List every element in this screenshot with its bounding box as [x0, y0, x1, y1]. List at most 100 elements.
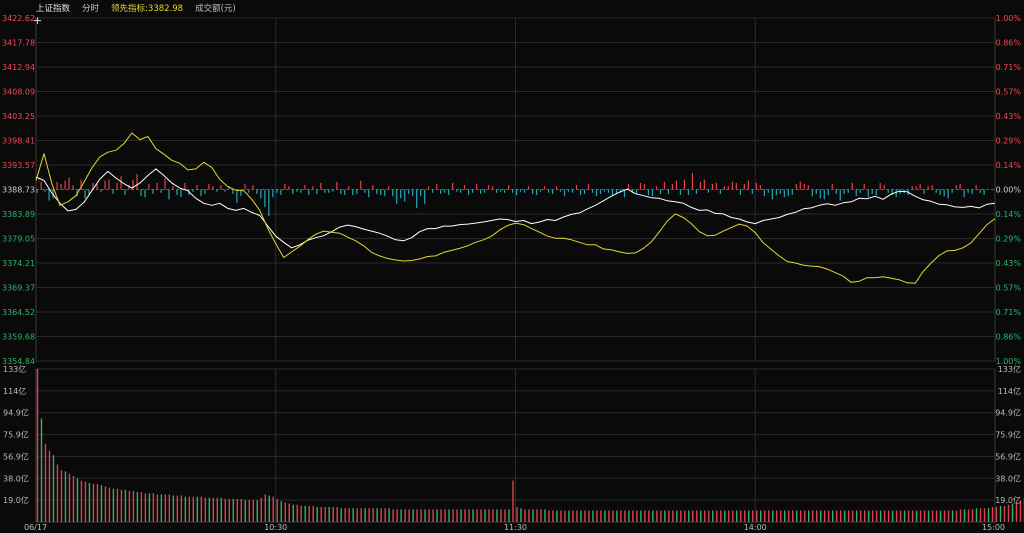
- breadth-bar: [424, 189, 426, 204]
- tab-intraday[interactable]: 分时: [82, 2, 99, 14]
- volume-bar: [412, 509, 414, 522]
- volume-bar: [967, 509, 970, 522]
- crosshair-icon: +: [33, 14, 43, 27]
- volume-bar: [244, 500, 246, 522]
- volume-bar: [696, 510, 698, 522]
- volume-bar: [40, 418, 43, 522]
- breadth-bar: [847, 189, 849, 193]
- breadth-bar: [144, 189, 146, 198]
- breadth-bar: [436, 184, 438, 190]
- volume-bar: [560, 510, 562, 522]
- breadth-bar: [160, 189, 162, 193]
- breadth-bar: [607, 189, 610, 193]
- volume-bar: [628, 510, 630, 522]
- volume-bar: [999, 505, 1002, 522]
- breadth-bar: [496, 189, 498, 193]
- volume-bar: [895, 510, 898, 522]
- volume-bar: [196, 496, 199, 522]
- breadth-bar: [659, 189, 662, 194]
- price-tick-label: 3412.94: [2, 63, 35, 72]
- breadth-bar: [739, 189, 741, 195]
- breadth-bar: [875, 189, 877, 195]
- breadth-bar: [951, 189, 953, 193]
- volume-bar: [700, 510, 702, 522]
- breadth-bar: [204, 189, 206, 194]
- volume-bar: [484, 509, 486, 522]
- volume-bar: [716, 510, 718, 522]
- volume-bar: [304, 505, 306, 522]
- volume-bar: [712, 510, 714, 522]
- breadth-bar: [428, 186, 430, 190]
- volume-bar: [280, 501, 282, 522]
- volume-bar: [464, 509, 466, 522]
- breadth-bar: [372, 185, 374, 190]
- breadth-bar: [124, 189, 126, 195]
- breadth-bar: [551, 189, 554, 194]
- volume-bar: [432, 509, 434, 522]
- volume-bar: [84, 481, 87, 522]
- breadth-bar: [939, 189, 941, 195]
- volume-bar: [468, 509, 470, 522]
- breadth-bar: [775, 189, 777, 195]
- volume-bar: [720, 510, 722, 522]
- intraday-chart: 3422.62 1.00% 3417.78 0.86% 3412.94 0.71% 3408…: [2, 14, 1024, 532]
- volume-bar: [192, 496, 195, 522]
- breadth-bar: [488, 185, 490, 190]
- breadth-bar: [979, 189, 981, 193]
- breadth-bar: [380, 189, 382, 195]
- volume-bar: [60, 470, 63, 522]
- breadth-bar: [392, 189, 394, 197]
- breadth-bar: [807, 185, 809, 190]
- volume-bar: [1003, 505, 1006, 522]
- breadth-bar: [559, 189, 562, 192]
- breadth-bar: [352, 189, 354, 195]
- breadth-bar: [911, 186, 913, 190]
- breadth-bar: [591, 189, 594, 193]
- breadth-bar: [947, 189, 949, 199]
- volume-bar: [364, 508, 366, 522]
- breadth-bar: [248, 189, 250, 193]
- pct-tick-label: 1.00%: [996, 14, 1022, 23]
- breadth-bar: [759, 185, 761, 190]
- volume-bar: [348, 508, 350, 522]
- volume-bar: [344, 508, 346, 522]
- volume-bar: [184, 496, 187, 522]
- index-name[interactable]: 上证指数: [36, 2, 70, 14]
- volume-bar: [380, 508, 382, 522]
- breadth-bar: [915, 186, 917, 190]
- volume-bar: [376, 508, 378, 522]
- volume-bar: [384, 508, 386, 522]
- breadth-bar: [755, 182, 757, 190]
- volume-bar: [915, 510, 918, 522]
- pct-tick-label: 0.86%: [996, 39, 1022, 48]
- breadth-bar: [464, 185, 466, 190]
- breadth-bar: [859, 189, 861, 193]
- volume-bar: [172, 495, 175, 522]
- breadth-bar: [711, 184, 713, 190]
- leading-value: 3382.98: [147, 4, 184, 14]
- breadth-bar: [244, 184, 246, 190]
- volume-bar: [652, 510, 654, 522]
- volume-bar: [568, 510, 570, 522]
- breadth-bar: [444, 189, 446, 193]
- volume-bar: [580, 510, 582, 522]
- volume-bar: [256, 500, 258, 522]
- volume-bar: [416, 509, 418, 522]
- breadth-bar: [779, 189, 781, 194]
- breadth-bar: [452, 182, 454, 190]
- volume-bar: [240, 498, 242, 522]
- volume-bar: [124, 489, 127, 522]
- volume-bar: [768, 510, 770, 522]
- price-tick-label: 3393.57: [2, 161, 35, 170]
- breadth-bar: [184, 182, 186, 190]
- volume-bar: [264, 494, 266, 522]
- volume-bar: [88, 482, 91, 522]
- breadth-bar: [364, 189, 366, 193]
- volume-bar: [823, 510, 826, 522]
- volume-bar: [564, 510, 566, 522]
- volume-bar: [404, 509, 406, 522]
- pct-tick-label: 0.71%: [996, 308, 1022, 317]
- volume-bar: [488, 509, 490, 522]
- volume-bar: [68, 473, 71, 522]
- volume-bar: [620, 510, 622, 522]
